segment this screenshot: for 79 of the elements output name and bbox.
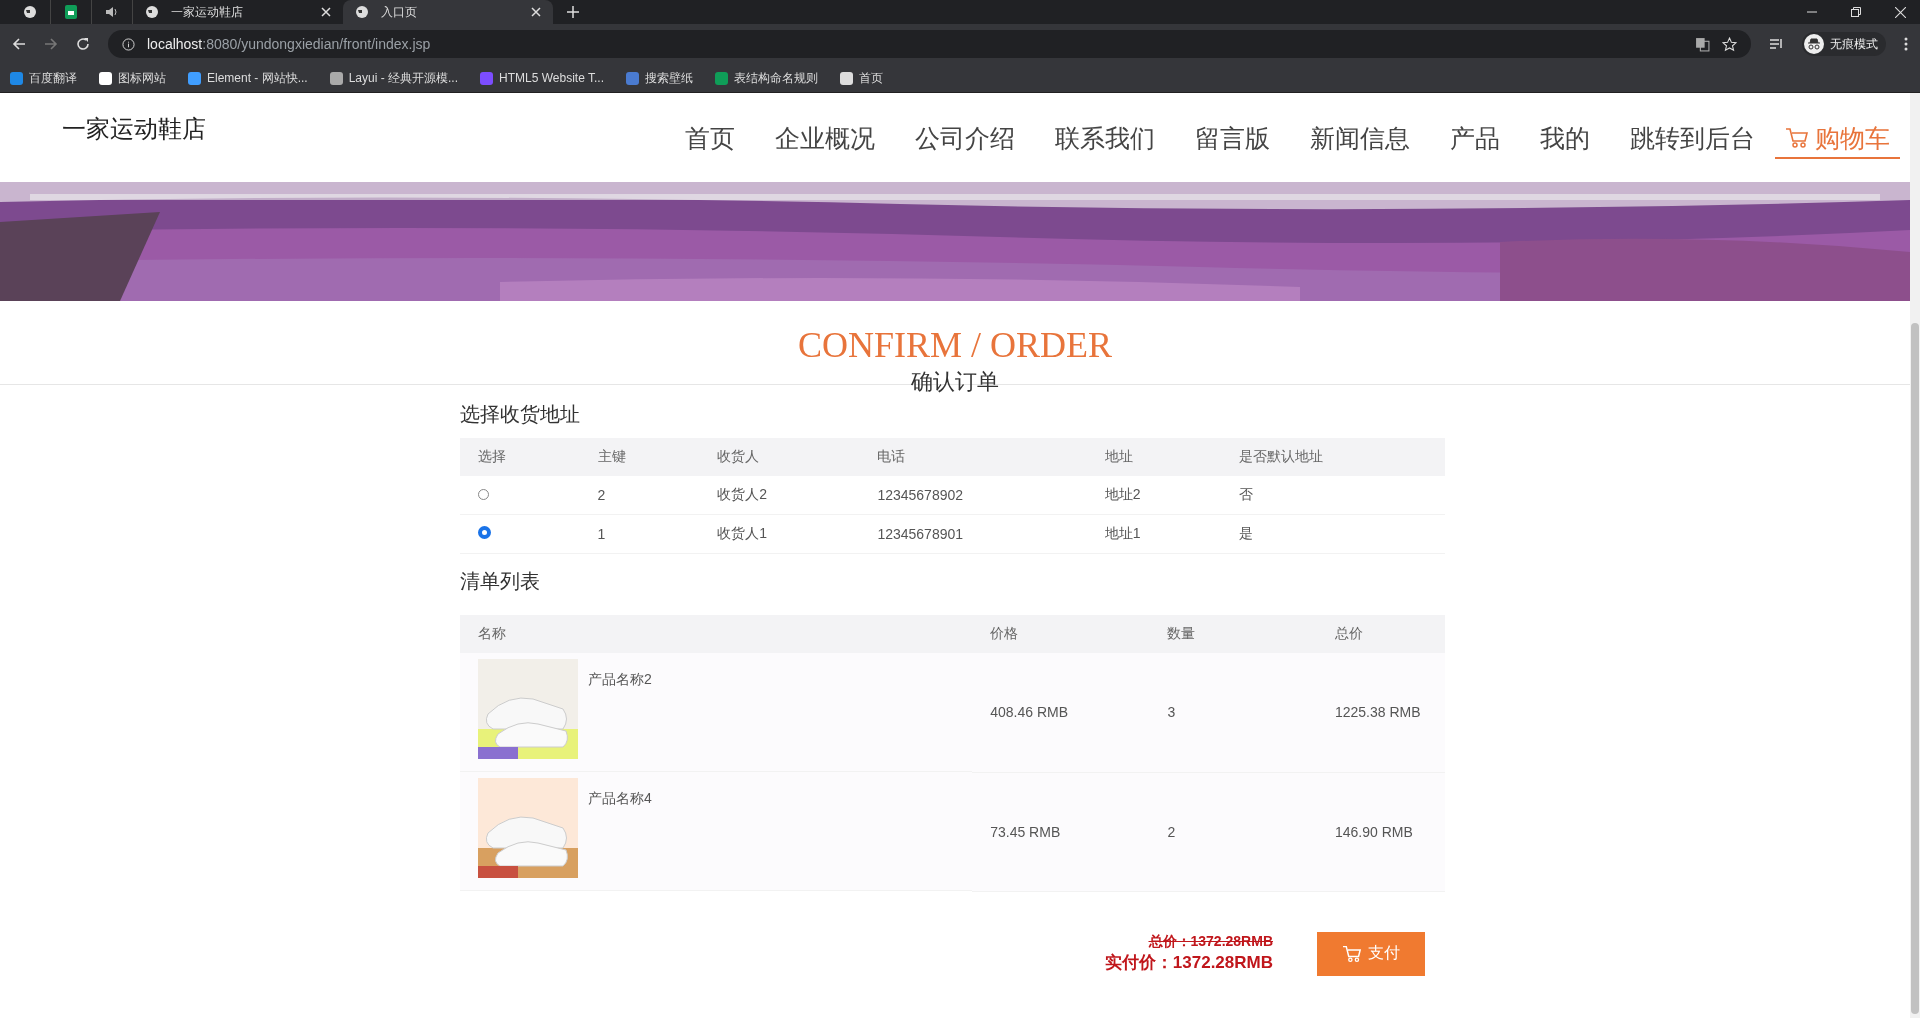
column-header: 电话 [859,438,1087,476]
address-field[interactable]: localhost:8080/yundongxiedian/front/index.jsp [108,30,1751,58]
table-cell: 收货人2 [699,476,860,515]
table-cell: 1225.38 RMB [1316,653,1445,772]
table-cell: 是 [1220,514,1445,554]
page-subtitle: 确认订单 [911,368,999,396]
paid-total: 实付价：1372.28RMB [1104,952,1273,974]
column-header: 总价 [1316,615,1445,653]
table-cell: 3 [1149,653,1317,772]
table-cell: 2 [1149,772,1317,891]
close-icon[interactable] [1895,6,1906,18]
table-cell: 408.46 RMB [972,653,1150,772]
nav-link[interactable]: 联系我们 [1035,119,1175,157]
bookmark[interactable]: 百度翻译 [10,69,77,87]
column-header: 主键 [579,438,700,476]
profile-button[interactable]: 无痕模式 [1802,32,1886,56]
forward-icon[interactable] [44,37,58,51]
bookmark[interactable]: 图标网站 [99,69,166,87]
nav-link[interactable]: 产品 [1430,119,1520,157]
page-title: CONFIRM / ORDER [797,325,1113,365]
table-cell: 1 [579,514,700,554]
table-cell: 2 [579,476,700,515]
site-logo: 一家运动鞋店 [62,114,206,144]
star-icon[interactable] [1722,36,1737,52]
reload-icon[interactable] [76,37,90,51]
table-cell: 73.45 RMB [972,772,1150,891]
globe-icon [355,5,369,19]
table-cell: 收货人1 [699,514,860,554]
bookmark[interactable]: 表结构命名规则 [715,69,818,87]
section-heading: 选择收货地址 [460,402,581,427]
spreadsheet-icon [65,5,77,19]
table-cell: 12345678901 [859,514,1087,554]
table-cell: 12345678902 [859,476,1087,515]
table-cell: 否 [1220,476,1445,515]
close-icon[interactable] [321,7,331,17]
nav-link[interactable]: 首页 [665,119,755,157]
product-name: 产品名称2 [588,671,652,689]
restore-icon[interactable] [1851,7,1861,17]
bookmark[interactable]: Layui - 经典开源模... [329,69,459,87]
bookmark[interactable]: 首页 [840,69,883,87]
column-header: 地址 [1086,438,1221,476]
table-cell: 地址2 [1086,476,1221,515]
nav-link[interactable]: 公司介绍 [895,119,1035,157]
product-name: 产品名称4 [588,790,652,808]
column-header: 数量 [1149,615,1317,653]
cart-icon [1342,944,1362,963]
nav-link[interactable]: 留言版 [1175,119,1290,157]
column-header: 名称 [460,615,973,653]
column-header: 是否默认地址 [1220,438,1445,476]
table-cell: 地址1 [1086,514,1221,554]
radio-button[interactable] [478,526,491,539]
cart-icon [1785,127,1809,149]
browser-tab[interactable]: 一家运动鞋店 [133,0,343,24]
info-icon [122,37,135,51]
globe-icon [145,5,159,19]
incognito-icon [1804,34,1824,54]
nav-link[interactable]: 企业概况 [755,119,895,157]
globe-icon [23,5,37,19]
close-icon[interactable] [531,7,541,17]
menu-icon[interactable] [1904,37,1908,51]
nav-link[interactable]: 新闻信息 [1290,119,1430,157]
scrollbar-thumb[interactable] [1911,323,1919,1014]
new-tab-icon[interactable] [567,6,579,18]
table-cell: 146.90 RMB [1316,772,1445,891]
nav-link[interactable]: 我的 [1520,119,1610,157]
back-icon[interactable] [12,37,26,51]
speaker-icon [105,6,119,18]
nav-link[interactable]: 跳转到后台 [1610,119,1775,157]
bookmark[interactable]: Element - 网站快... [188,69,308,87]
playlist-icon[interactable] [1769,37,1784,51]
section-heading: 清单列表 [460,569,541,594]
bookmark[interactable]: 搜索壁纸 [626,69,693,87]
column-header: 价格 [972,615,1150,653]
bookmark[interactable]: HTML5 Website T... [480,71,604,85]
column-header: 收货人 [699,438,860,476]
column-header: 选择 [460,438,580,476]
browser-tab[interactable]: 入口页 [343,0,553,24]
original-total: 总价：1372.28RMB [1148,933,1273,951]
translate-icon[interactable] [1695,36,1710,52]
